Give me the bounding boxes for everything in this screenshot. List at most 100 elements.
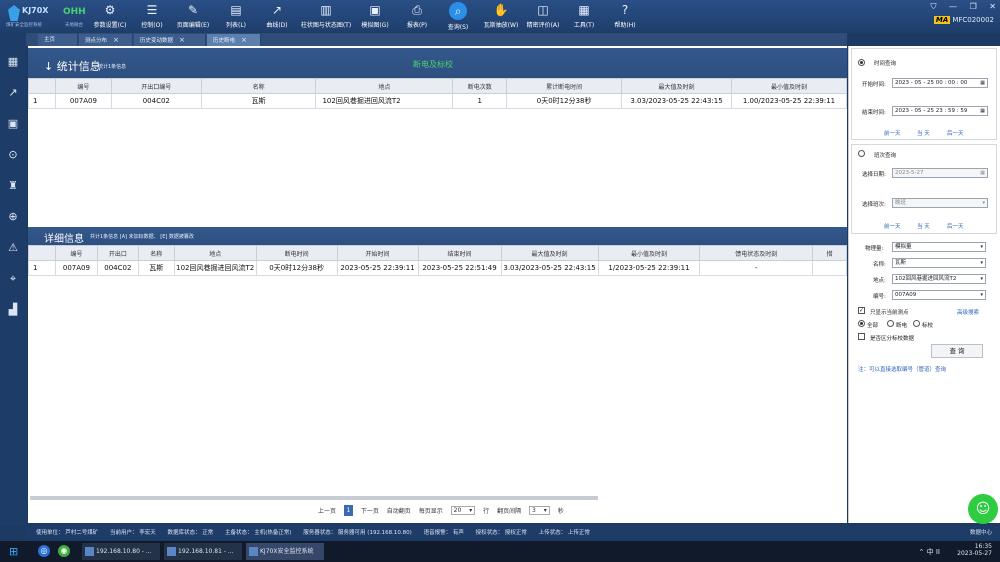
tower-icon[interactable]: ♜: [6, 179, 20, 193]
column-header[interactable]: 编号: [54, 245, 98, 261]
toolbar-evaluation-button[interactable]: ◫ 精密评价(A): [524, 2, 562, 32]
prev-day-link[interactable]: 前一天: [884, 129, 901, 137]
picture-icon[interactable]: ▣: [6, 117, 20, 131]
signal-icon[interactable]: ▟: [6, 303, 20, 317]
crosshair-icon[interactable]: ⌖: [6, 272, 20, 286]
toolbar-barchart-button[interactable]: ▥ 柱状图与状态图(T): [300, 2, 352, 32]
auto-page-button[interactable]: 自动翻页: [387, 506, 411, 515]
column-header[interactable]: 编号: [54, 78, 112, 94]
quantity-select[interactable]: 模拟量 ▾: [892, 242, 986, 252]
today-link[interactable]: 当 天: [917, 129, 930, 137]
tab-history-power-cut[interactable]: 历史断电 ×: [207, 34, 261, 46]
assistant-robot-icon[interactable]: ☺: [968, 494, 998, 524]
column-header[interactable]: 最大值及时刻: [500, 245, 599, 261]
column-header[interactable]: 地点: [173, 245, 257, 261]
toolbar-list-button[interactable]: ▤ 列表(L): [222, 2, 250, 32]
code-select[interactable]: 007A09 ▾: [892, 290, 986, 300]
column-header[interactable]: 开出口: [96, 245, 139, 261]
toolbar-tools-button[interactable]: ▦ 工具(T): [572, 2, 596, 32]
toolbar-page-edit-button[interactable]: ✎ 页面编辑(E): [176, 2, 210, 32]
toolbar-simulation-button[interactable]: ▣ 模拟图(G): [360, 2, 390, 32]
tab-history-change[interactable]: 历史变动数据 ×: [134, 34, 206, 46]
data-center-label[interactable]: 数据中心: [970, 526, 992, 540]
toolbar-control-button[interactable]: ☰ 控制(O): [138, 2, 166, 32]
column-header[interactable]: 名称: [137, 245, 175, 261]
column-header[interactable]: 断电时间: [255, 245, 338, 261]
column-header[interactable]: 最大值及时刻: [621, 78, 732, 94]
split-cal-checkbox[interactable]: [858, 333, 865, 340]
table-row[interactable]: 1 007A09 004C02 瓦斯 102回风巷掘进回风流T2 1 0天0时1…: [28, 93, 847, 109]
calendar-icon[interactable]: ▦: [980, 169, 985, 177]
toolbar-help-button[interactable]: ? 帮助(H): [612, 2, 638, 32]
browser-taskbar-icon[interactable]: ◉: [58, 545, 70, 557]
toolbar-gas-drainage-button[interactable]: ✋ 瓦斯抽放(W): [482, 2, 520, 32]
column-header[interactable]: 馈电状态及时刻: [699, 245, 814, 261]
warning-icon[interactable]: ⚠: [6, 241, 20, 255]
trend-icon[interactable]: ↗: [6, 86, 20, 100]
shield-status-icon[interactable]: ⛉: [930, 2, 936, 11]
start-time-input[interactable]: 2023 - 05 - 25 00 : 00 : 00 ▦: [892, 78, 988, 88]
close-icon[interactable]: ×: [241, 36, 247, 44]
end-time-input[interactable]: 2023 - 05 - 25 23 : 59 : 59 ▦: [892, 106, 988, 116]
image-icon: ▣: [369, 3, 381, 17]
column-header[interactable]: 累计断电时间: [506, 78, 623, 94]
filter-cal-radio[interactable]: [913, 320, 920, 327]
column-header[interactable]: 地点: [315, 78, 454, 94]
interval-select[interactable]: 3 ▾: [529, 506, 550, 515]
taskbar-app-kj70x[interactable]: KJ70X安全监控系统: [246, 543, 324, 560]
table-icon[interactable]: ▦: [6, 55, 20, 69]
advanced-search-link[interactable]: 高级搜索: [957, 308, 979, 316]
next-day-link[interactable]: 后一天: [947, 222, 964, 230]
page-number-button[interactable]: 1: [343, 505, 353, 516]
column-header[interactable]: 断电次数: [452, 78, 508, 94]
prev-day-link[interactable]: 前一天: [884, 222, 901, 230]
interval-label: 翻页间隔: [497, 508, 522, 515]
filter-cut-radio[interactable]: [887, 320, 894, 327]
place-select[interactable]: 102回风巷掘进回风流T2 ▾: [892, 274, 986, 284]
today-link[interactable]: 当 天: [917, 222, 930, 230]
next-day-link[interactable]: 后一天: [947, 129, 964, 137]
filter-all-radio[interactable]: [858, 320, 865, 327]
only-current-checkbox[interactable]: ✓: [858, 307, 865, 314]
date-input[interactable]: 2023-5-27 ▦: [892, 168, 988, 178]
tab-home[interactable]: 主页: [38, 34, 78, 46]
toolbar-report-button[interactable]: ⎙ 报表(P): [404, 2, 430, 32]
close-icon[interactable]: ×: [179, 36, 185, 44]
shift-query-radio[interactable]: [858, 150, 865, 157]
table-row[interactable]: 1 007A09 004C02 瓦斯 102回风巷掘进回风流T2 0天0时12分…: [28, 260, 847, 276]
name-select[interactable]: 瓦斯 ▾: [892, 258, 986, 268]
tray-chevron-icon[interactable]: ⌃: [919, 548, 927, 556]
shift-select[interactable]: 晚班 ▾: [892, 198, 988, 208]
close-icon[interactable]: ✕: [989, 2, 996, 11]
time-query-radio[interactable]: [858, 59, 865, 66]
tab-point-distribution[interactable]: 测点分布 ×: [79, 34, 133, 46]
next-page-button[interactable]: 下一页: [361, 506, 379, 515]
toolbar-query-button[interactable]: ⌕ 查询(S): [444, 2, 472, 32]
restore-icon[interactable]: ❐: [970, 2, 977, 11]
minimize-icon[interactable]: —: [949, 2, 957, 11]
column-header[interactable]: 措: [812, 245, 847, 261]
search-zoom-icon[interactable]: ⊕: [6, 210, 20, 224]
column-header[interactable]: 结束时间: [417, 245, 502, 261]
close-icon[interactable]: ×: [113, 36, 119, 44]
toolbar-settings-button[interactable]: ⚙ 参数设置(C): [93, 2, 127, 32]
query-button[interactable]: 查 询: [931, 344, 983, 358]
column-header[interactable]: 名称: [200, 78, 317, 94]
calendar-icon[interactable]: ▦: [980, 107, 985, 115]
location-pin-icon[interactable]: ⊙: [6, 148, 20, 162]
toolbar-curve-button[interactable]: ↗ 曲线(D): [262, 2, 292, 32]
per-page-select[interactable]: 20 ▾: [450, 506, 476, 515]
clock[interactable]: 16:35 2023-05-27: [957, 543, 992, 557]
horizontal-scrollbar[interactable]: [30, 496, 598, 500]
tray-status[interactable]: 中 ⅠⅠ: [927, 548, 940, 556]
search-taskbar-icon[interactable]: ◎: [38, 545, 50, 557]
taskbar-app-remote-1[interactable]: 192.168.10.80 - ...: [82, 543, 160, 560]
column-header[interactable]: 最小值及时刻: [597, 245, 701, 261]
prev-page-button[interactable]: 上一页: [318, 506, 336, 515]
column-header[interactable]: 开出口编号: [110, 78, 202, 94]
windows-start-icon[interactable]: ⊞: [9, 546, 20, 557]
calendar-icon[interactable]: ▦: [980, 79, 985, 87]
taskbar-app-remote-2[interactable]: 192.168.10.81 - ...: [164, 543, 242, 560]
column-header[interactable]: 开始时间: [336, 245, 419, 261]
column-header[interactable]: 最小值及时刻: [731, 78, 847, 94]
